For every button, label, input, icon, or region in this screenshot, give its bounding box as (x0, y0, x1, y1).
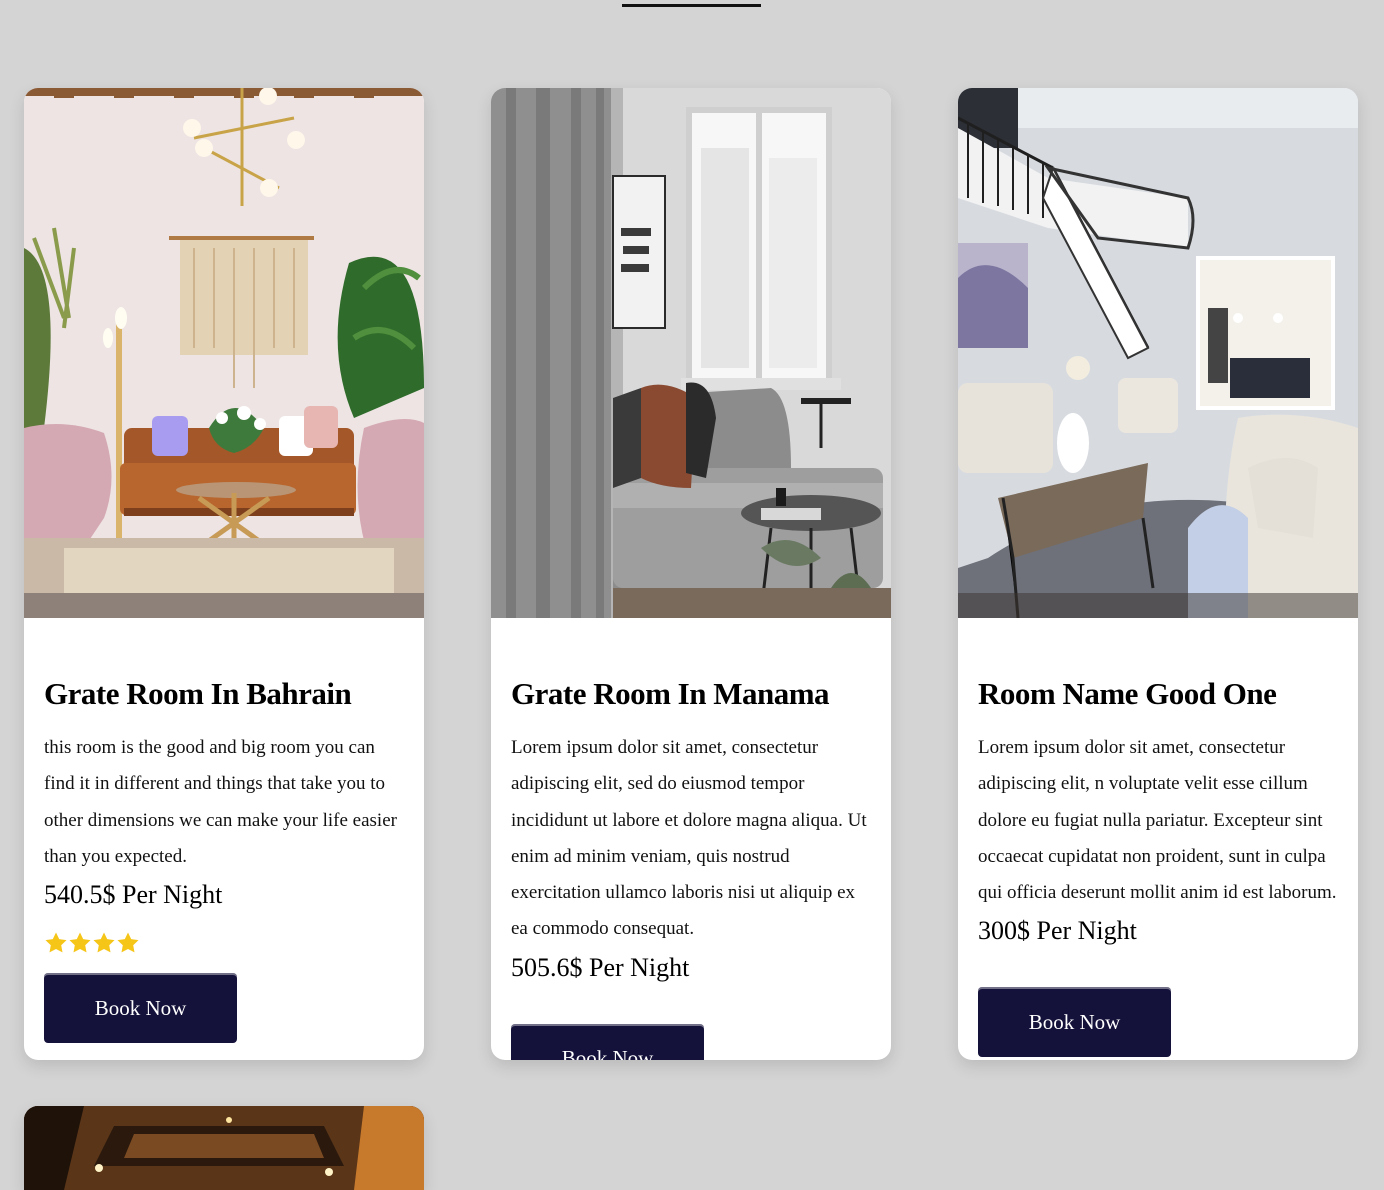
room-card-bahrain: Grate Room In Bahrain this room is the g… (24, 88, 424, 1060)
room-price: 300$ Per Night (978, 916, 1137, 946)
room-price: 540.5$ Per Night (44, 880, 223, 910)
book-now-button[interactable]: Book Now (978, 987, 1171, 1058)
room-price: 505.6$ Per Night (511, 952, 690, 982)
room-photo-warm-ceiling (24, 1106, 424, 1190)
room-description: Lorem ipsum dolor sit amet, consectetur … (978, 737, 1337, 904)
rating-stars (44, 931, 404, 961)
room-card-body: Room Name Good One Lorem ipsum dolor sit… (958, 618, 1358, 1060)
room-description: this room is the good and big room you c… (44, 737, 397, 867)
room-card-body: Grate Room In Manama Lorem ipsum dolor s… (491, 618, 891, 1060)
star-icon (45, 932, 67, 953)
room-card-manama: Grate Room In Manama Lorem ipsum dolor s… (491, 88, 891, 1060)
star-icon (93, 932, 115, 953)
nav-indicator-line (622, 4, 761, 7)
room-photo-living-room-boho (24, 88, 424, 618)
room-title: Room Name Good One (978, 676, 1277, 711)
room-photo-open-plan-living (958, 88, 1358, 618)
room-description: Lorem ipsum dolor sit amet, consectetur … (511, 737, 867, 940)
room-title: Grate Room In Manama (511, 676, 830, 711)
room-title: Grate Room In Bahrain (44, 676, 352, 711)
star-icon (117, 932, 139, 953)
page: Grate Room In Bahrain this room is the g… (0, 0, 1384, 1190)
star-icon (69, 932, 91, 953)
room-photo-grey-living-room (491, 88, 891, 618)
room-card-partial (24, 1106, 424, 1190)
book-now-button[interactable]: Book Now (511, 1023, 704, 1060)
room-card-good-one: Room Name Good One Lorem ipsum dolor sit… (958, 88, 1358, 1060)
book-now-button[interactable]: Book Now (44, 973, 237, 1044)
room-card-body: Grate Room In Bahrain this room is the g… (24, 618, 424, 1060)
